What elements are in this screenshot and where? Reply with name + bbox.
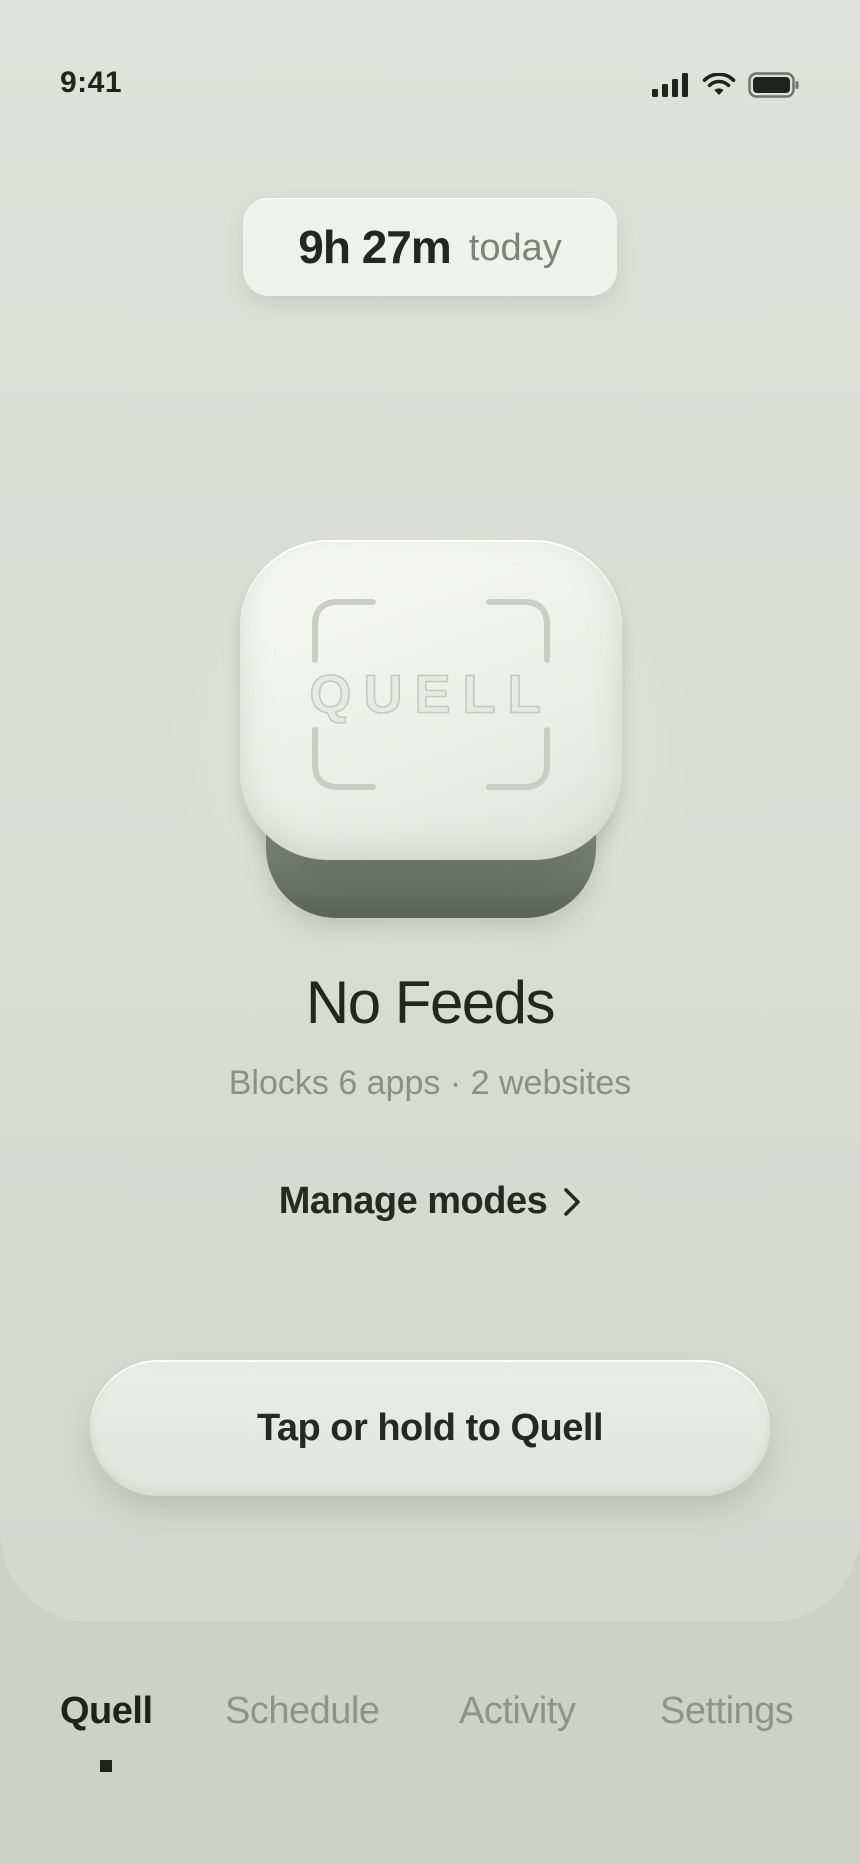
screen-time-duration: 9h 27m: [298, 221, 452, 273]
tab-settings[interactable]: Settings: [660, 1690, 794, 1733]
quell-action-button[interactable]: Tap or hold to Quell: [90, 1360, 770, 1496]
quell-action-label: Tap or hold to Quell: [256, 1406, 604, 1449]
tab-activity[interactable]: Activity: [459, 1690, 576, 1733]
screen-time-pill[interactable]: 9h 27m today: [243, 198, 617, 296]
main-panel: 9:41 9h 27m today QUELL No Feeds Blocks …: [0, 0, 860, 1622]
status-icons: [652, 72, 800, 98]
manage-modes-link[interactable]: Manage modes: [0, 1180, 860, 1223]
screen-time-period: today: [468, 226, 562, 269]
status-time: 9:41: [60, 66, 123, 99]
cellular-signal-icon: [652, 73, 688, 97]
mode-title: No Feeds: [305, 969, 556, 1036]
mode-subtitle: Blocks 6 apps · 2 websites: [228, 1064, 632, 1102]
manage-modes-label: Manage modes: [278, 1180, 548, 1222]
battery-icon: [748, 72, 799, 98]
bottom-tab-bar: Quell Schedule Activity Settings: [0, 1690, 860, 1780]
chevron-right-icon: [564, 1187, 581, 1216]
tab-schedule[interactable]: Schedule: [225, 1690, 380, 1733]
wifi-icon: [702, 73, 736, 95]
quell-device-button[interactable]: QUELL: [240, 540, 622, 860]
app-screen: 9:41 9h 27m today QUELL No Feeds Blocks …: [0, 0, 860, 1864]
active-tab-indicator: [100, 1760, 112, 1772]
device-logo-text: QUELL: [310, 664, 553, 724]
tab-quell[interactable]: Quell: [60, 1690, 153, 1733]
device-logo: QUELL: [309, 599, 553, 790]
